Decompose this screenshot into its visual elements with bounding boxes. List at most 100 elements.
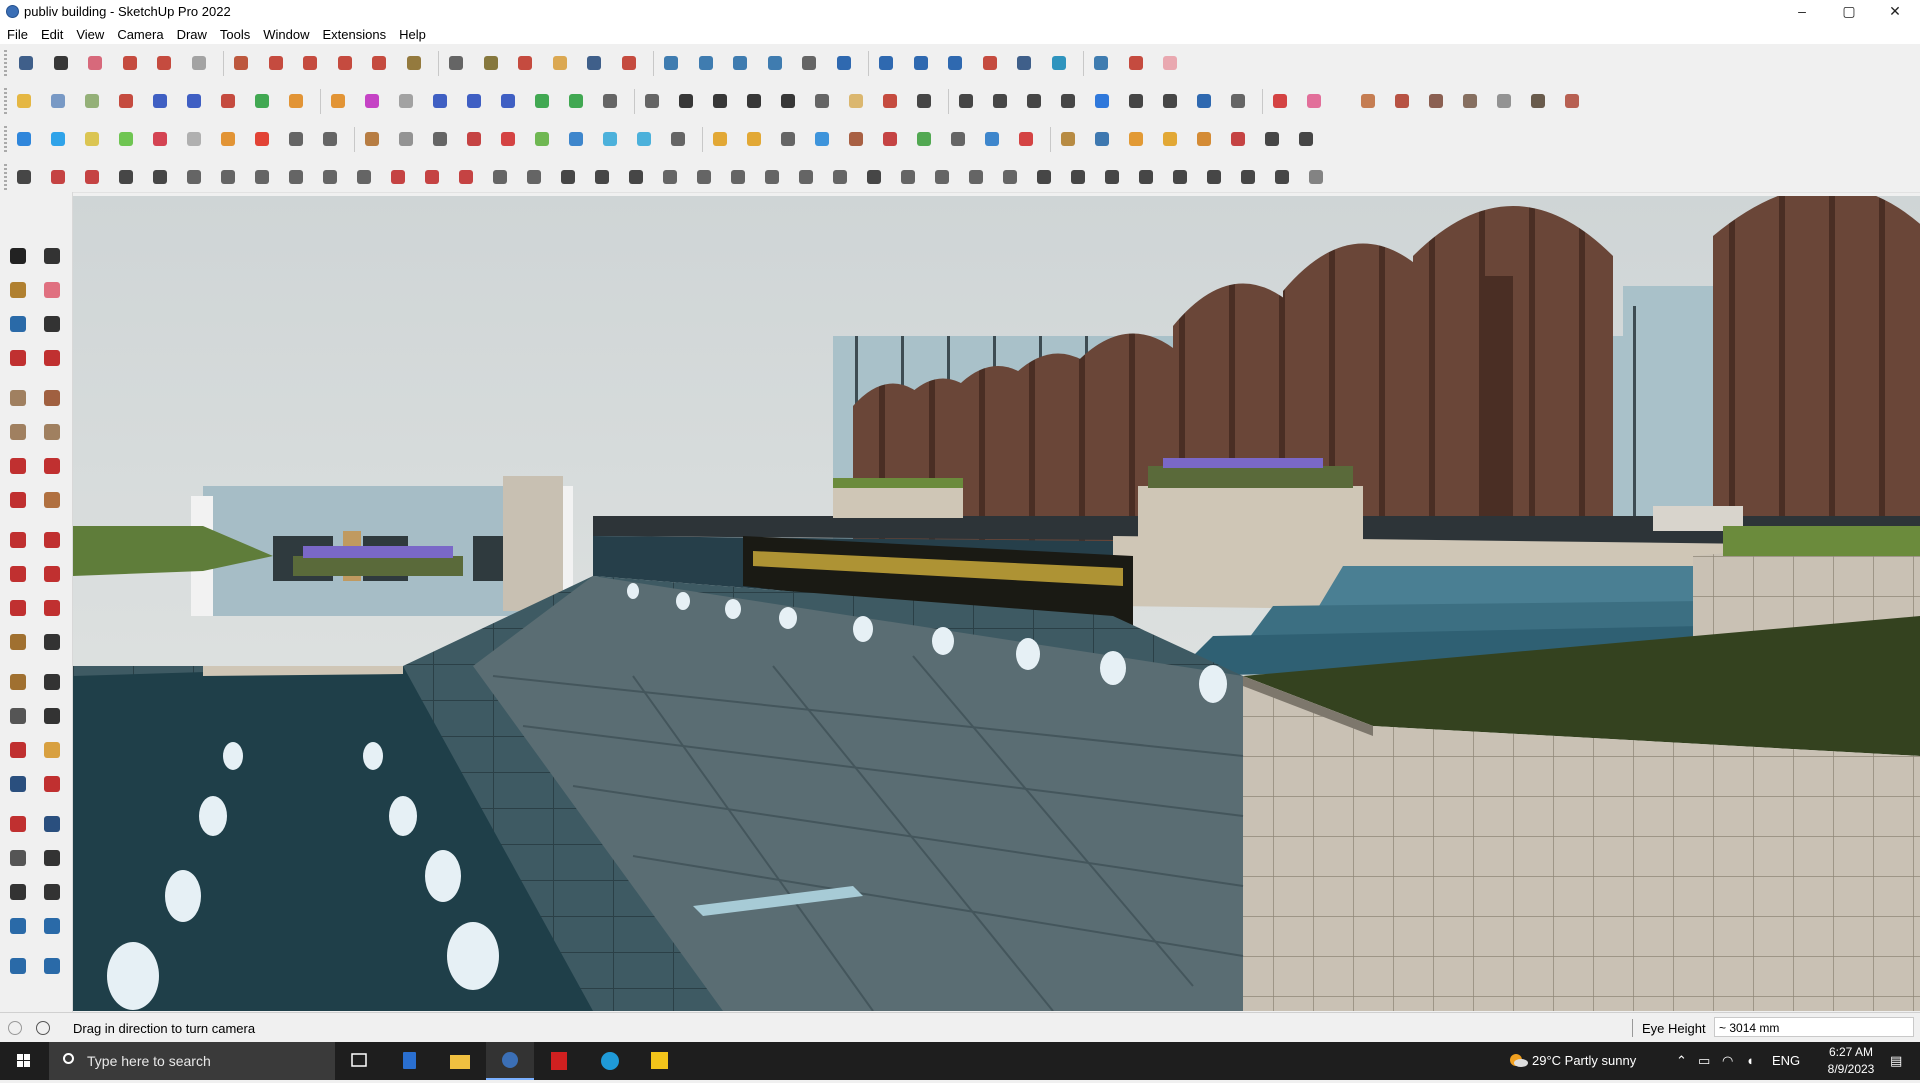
flag-icon[interactable] <box>318 127 342 151</box>
fabric-icon[interactable] <box>1526 89 1550 113</box>
pushpull-tool-icon[interactable] <box>38 526 66 554</box>
stamp-icon[interactable] <box>488 165 512 189</box>
chain-icon[interactable] <box>394 127 418 151</box>
undo-icon[interactable] <box>1089 51 1113 75</box>
maximize-button[interactable]: ▢ <box>1826 0 1872 24</box>
landscape-icon[interactable] <box>1458 89 1482 113</box>
cage-icon[interactable] <box>590 165 614 189</box>
file-explorer-icon[interactable] <box>436 1042 484 1080</box>
move-tool-icon[interactable] <box>4 526 32 554</box>
star-move-icon[interactable] <box>810 127 834 151</box>
toolbar-grip[interactable] <box>4 88 7 114</box>
taskbar-search-box[interactable]: Type here to search <box>49 1042 335 1080</box>
stack-icon[interactable] <box>726 165 750 189</box>
hook-icon[interactable] <box>878 127 902 151</box>
stop-icon[interactable] <box>1158 51 1182 75</box>
circle-icon[interactable] <box>4 418 32 446</box>
extrude-x-icon[interactable] <box>148 89 172 113</box>
plane-yellow-icon[interactable] <box>80 127 104 151</box>
push-pull-icon[interactable] <box>229 51 253 75</box>
volume-icon[interactable]: ◖ <box>1746 1053 1754 1068</box>
zoom-window-tool-icon[interactable] <box>38 770 66 798</box>
weather-text[interactable]: 29°C Partly sunny <box>1532 1053 1636 1068</box>
pan-icon[interactable] <box>548 51 572 75</box>
dotted-curve-icon[interactable] <box>46 165 70 189</box>
circle-shape-icon[interactable] <box>954 89 978 113</box>
house-frame-icon[interactable] <box>708 89 732 113</box>
flip-icon[interactable] <box>943 51 967 75</box>
merge-icon[interactable] <box>946 127 970 151</box>
close-button[interactable]: ✕ <box>1872 0 1918 24</box>
loop-icon[interactable] <box>708 127 732 151</box>
sphere-icon[interactable] <box>284 165 308 189</box>
spiral-icon[interactable] <box>1158 89 1182 113</box>
tape-icon[interactable] <box>38 310 66 338</box>
paint-icon[interactable] <box>4 276 32 304</box>
extrude-r-icon[interactable] <box>216 89 240 113</box>
orange-grid-icon[interactable] <box>1124 127 1148 151</box>
minimize-button[interactable]: – <box>1779 0 1825 24</box>
line-offset-icon[interactable] <box>428 127 452 151</box>
box-icon[interactable] <box>12 89 36 113</box>
pie-icon[interactable] <box>38 486 66 514</box>
cushion-icon[interactable] <box>250 165 274 189</box>
plane-grey-icon[interactable] <box>182 127 206 151</box>
arc-icon[interactable] <box>152 51 176 75</box>
walk-icon[interactable] <box>4 878 32 906</box>
extrude-n-icon[interactable] <box>250 89 274 113</box>
shell-icon[interactable] <box>1492 89 1516 113</box>
menu-edit[interactable]: Edit <box>34 24 69 42</box>
brick-icon[interactable] <box>360 127 384 151</box>
stair-icon[interactable] <box>998 165 1022 189</box>
window-frame-icon[interactable] <box>1090 127 1114 151</box>
rotate-icon[interactable] <box>333 51 357 75</box>
pencil-icon[interactable] <box>118 51 142 75</box>
extension-tool-icon[interactable] <box>38 952 66 980</box>
meet-now-icon[interactable]: ▭ <box>1698 1053 1710 1069</box>
scale-icon[interactable] <box>367 51 391 75</box>
louver-icon[interactable] <box>1100 165 1124 189</box>
arc-2pt-icon[interactable] <box>38 452 66 480</box>
green-tile-icon[interactable] <box>530 89 554 113</box>
gear-shape-icon[interactable] <box>148 165 172 189</box>
cone-icon[interactable] <box>598 127 622 151</box>
clock-time[interactable]: 6:27 AM <box>1822 1045 1880 1059</box>
section-tool-icon[interactable] <box>38 878 66 906</box>
text-icon[interactable] <box>444 51 468 75</box>
house-outline-icon[interactable] <box>742 89 766 113</box>
hatch-icon[interactable] <box>1066 165 1090 189</box>
brush-icon[interactable] <box>1270 165 1294 189</box>
calculator-icon[interactable] <box>386 1042 434 1080</box>
task-view-icon[interactable] <box>336 1042 384 1080</box>
weather-icon[interactable] <box>1508 1051 1528 1072</box>
plus-red-icon[interactable] <box>496 127 520 151</box>
plane-red-icon[interactable] <box>148 127 172 151</box>
make-component-icon[interactable] <box>38 242 66 270</box>
extrude-f-icon[interactable] <box>360 89 384 113</box>
plane-fold-icon[interactable] <box>692 165 716 189</box>
roof-icon[interactable] <box>598 89 622 113</box>
grid-lines-icon[interactable] <box>1294 127 1318 151</box>
menu-window[interactable]: Window <box>256 24 315 42</box>
arc-shape-icon[interactable] <box>1090 89 1114 113</box>
axes-icon[interactable] <box>909 51 933 75</box>
extrude-s-icon[interactable] <box>326 89 350 113</box>
position-camera-icon[interactable] <box>4 844 32 872</box>
arc-3pt-icon[interactable] <box>4 486 32 514</box>
mirror-icon[interactable] <box>978 51 1002 75</box>
hexagon-shape-icon[interactable] <box>988 89 1012 113</box>
rotated-rect-icon[interactable] <box>38 384 66 412</box>
parallelogram-shape-icon[interactable] <box>1056 89 1080 113</box>
align-icon[interactable] <box>1047 51 1071 75</box>
tape-tool-icon[interactable] <box>4 628 32 656</box>
model-viewport[interactable] <box>73 196 1920 1011</box>
account-icon[interactable] <box>797 51 821 75</box>
orange-cross-icon[interactable] <box>1192 127 1216 151</box>
protractor-tool-icon[interactable] <box>4 668 32 696</box>
edge-icon[interactable] <box>586 1042 634 1080</box>
text-tool-icon[interactable] <box>38 668 66 696</box>
helix-icon[interactable] <box>1124 89 1148 113</box>
house-icon[interactable] <box>674 89 698 113</box>
polygon-icon[interactable] <box>38 418 66 446</box>
terrain-icon[interactable] <box>1424 89 1448 113</box>
